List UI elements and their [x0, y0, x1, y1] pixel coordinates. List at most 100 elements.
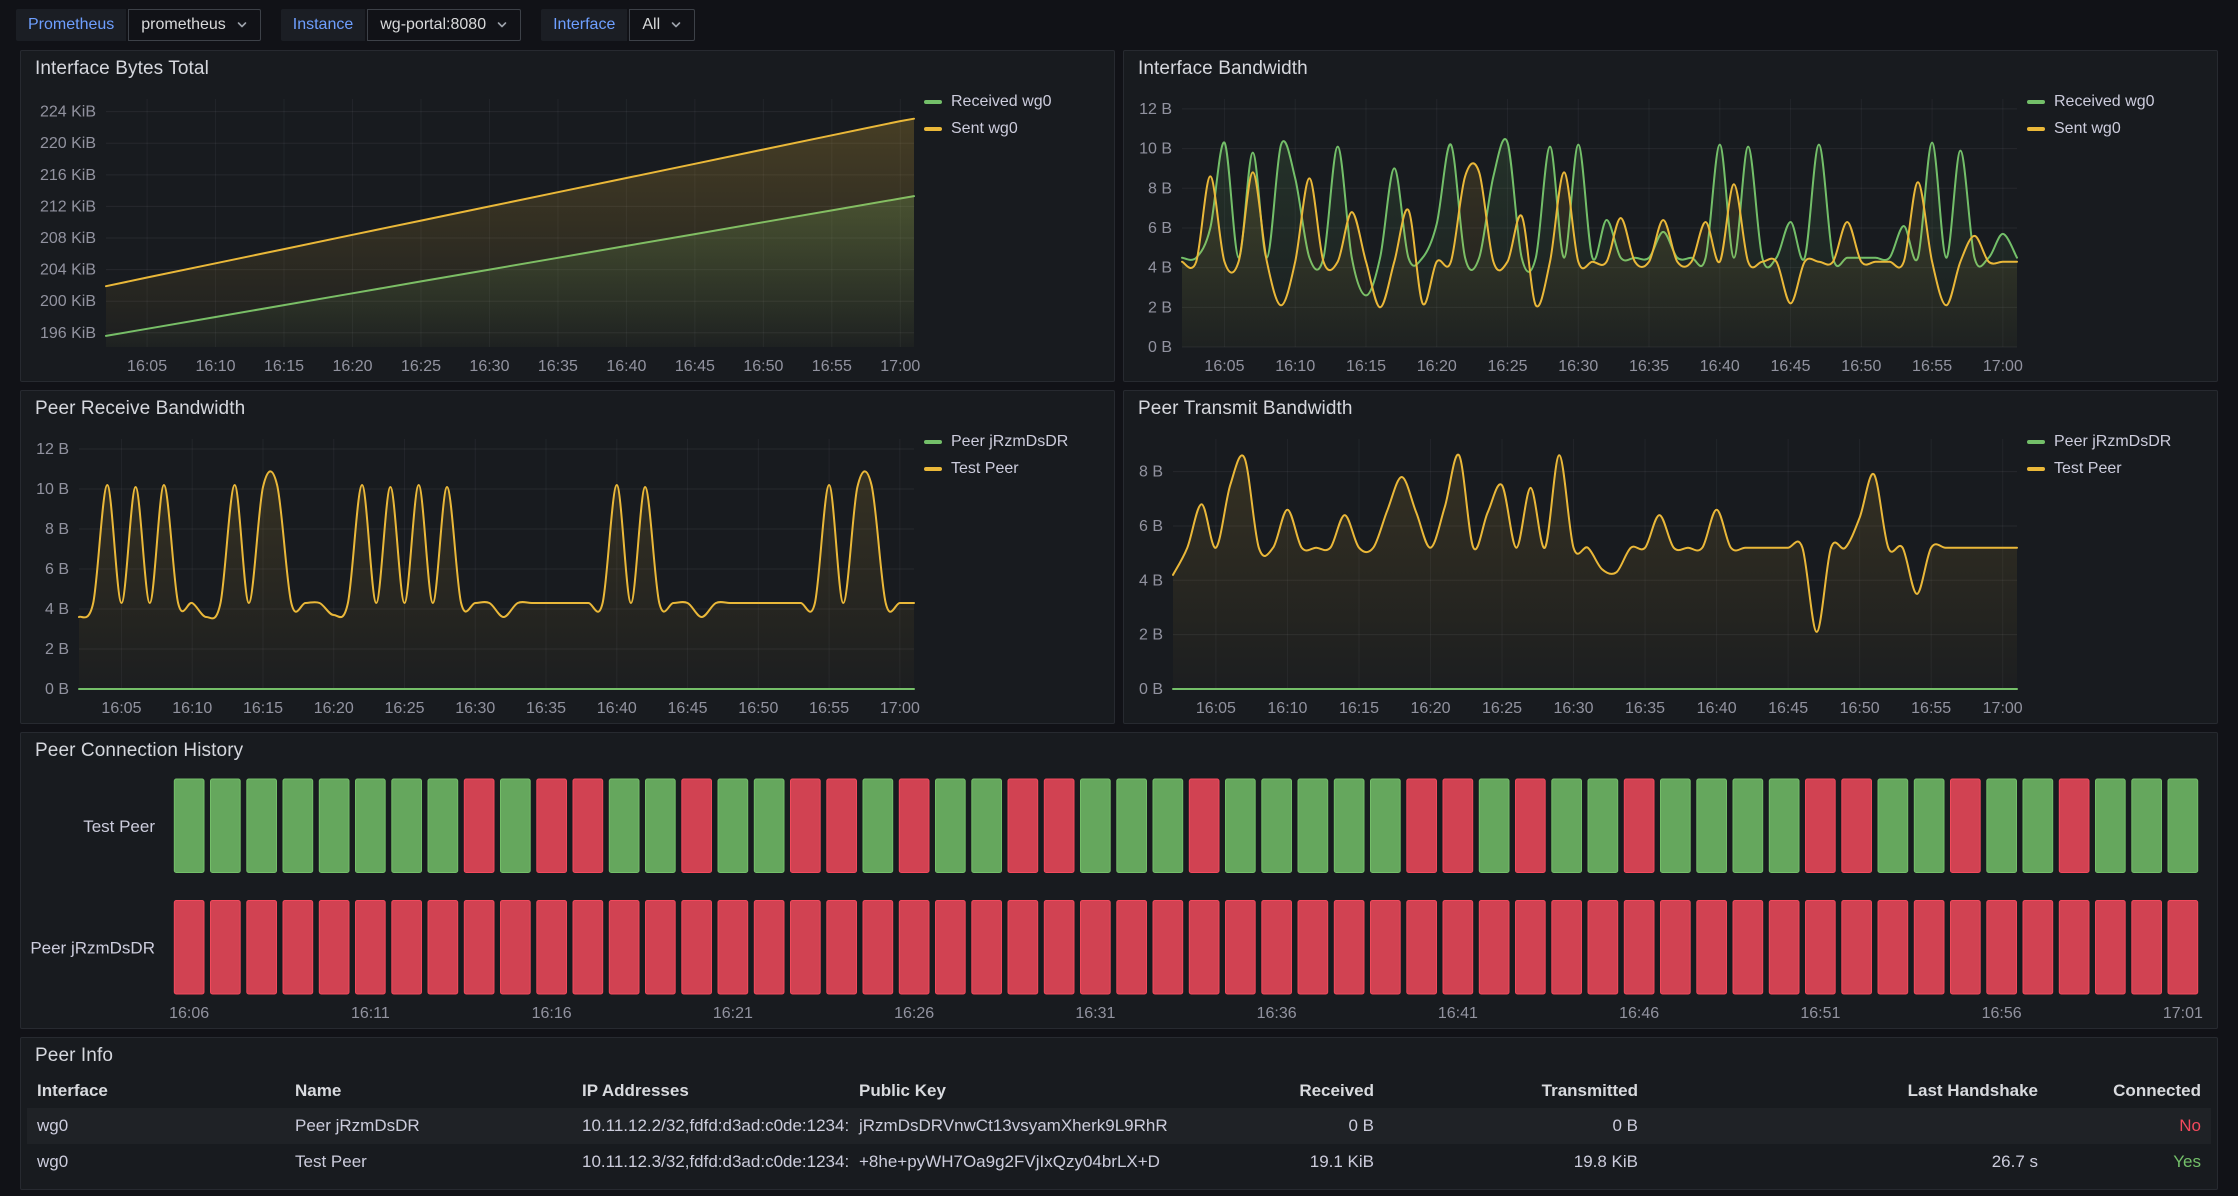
status-bar	[283, 901, 313, 995]
table-cell: wg0	[27, 1152, 285, 1172]
status-bar	[609, 779, 639, 873]
table-cell: 0 B	[1384, 1116, 1648, 1136]
status-bar	[1371, 779, 1401, 873]
peer-connection-history-chart[interactable]: Test PeerPeer jRzmDsDR16:0616:1116:1616:…	[21, 769, 2217, 1028]
x-tick-label: 16:21	[713, 1005, 753, 1022]
status-bar	[464, 779, 494, 873]
panel-header[interactable]: Peer Connection History	[21, 733, 2217, 769]
status-bar	[609, 901, 639, 995]
x-tick-label: 16:05	[101, 700, 141, 717]
legend-item[interactable]: Received wg0	[2027, 93, 2155, 111]
legend-item[interactable]: Peer jRzmDsDR	[2027, 433, 2171, 451]
status-bar	[2059, 779, 2089, 873]
status-bar	[1008, 779, 1038, 873]
panel-header[interactable]: Peer Receive Bandwidth	[21, 391, 1114, 427]
series-color-swatch	[924, 440, 942, 444]
panel-interface-bytes-total: Interface Bytes Total 16:0516:1016:1516:…	[20, 50, 1115, 382]
status-bar	[646, 779, 676, 873]
legend-item[interactable]: Sent wg0	[2027, 120, 2121, 138]
legend-item[interactable]: Received wg0	[924, 93, 1052, 111]
column-header[interactable]: IP Addresses	[572, 1081, 849, 1101]
x-tick-label: 16:10	[196, 358, 236, 375]
x-tick-label: 16:30	[455, 700, 495, 717]
legend-item[interactable]: Test Peer	[2027, 460, 2122, 478]
x-tick-label: 16:55	[812, 358, 852, 375]
legend-item[interactable]: Peer jRzmDsDR	[924, 433, 1068, 451]
variable-select-prometheus[interactable]: prometheus	[128, 9, 261, 41]
status-bar	[718, 901, 748, 995]
panel-header[interactable]: Peer Transmit Bandwidth	[1124, 391, 2217, 427]
interface-bandwidth-chart[interactable]: 16:0516:1016:1516:2016:2516:3016:3516:40…	[1124, 87, 2027, 381]
panel-peer-info: Peer Info InterfaceNameIP AddressesPubli…	[20, 1037, 2218, 1190]
status-bar	[1588, 901, 1618, 995]
x-tick-label: 16:55	[1912, 358, 1952, 375]
status-bar	[1117, 901, 1147, 995]
legend-item[interactable]: Sent wg0	[924, 120, 1018, 138]
x-tick-label: 16:41	[1438, 1005, 1478, 1022]
panel-title: Peer Transmit Bandwidth	[1138, 398, 1353, 420]
table-cell: Yes	[2048, 1152, 2211, 1172]
chevron-down-icon	[236, 19, 248, 31]
column-header[interactable]: Public Key	[849, 1081, 1211, 1101]
y-tick-label: 8 B	[1148, 180, 1172, 197]
y-tick-label: 10 B	[36, 481, 69, 498]
x-tick-label: 16:55	[1911, 700, 1951, 717]
status-bar	[718, 779, 748, 873]
x-tick-label: 16:20	[1417, 358, 1457, 375]
column-header[interactable]: Transmitted	[1384, 1081, 1648, 1101]
variable-interface: Interface All	[541, 9, 695, 41]
series-color-swatch	[2027, 100, 2045, 104]
variable-select-instance[interactable]: wg-portal:8080	[367, 9, 521, 41]
status-bar	[392, 901, 422, 995]
panel-header[interactable]: Interface Bytes Total	[21, 51, 1114, 87]
status-bar	[1081, 901, 1111, 995]
status-row-label: Peer jRzmDsDR	[30, 938, 155, 957]
status-bar	[2168, 901, 2198, 995]
legend-label: Test Peer	[951, 460, 1019, 478]
panel-peer-transmit-bandwidth: Peer Transmit Bandwidth 16:0516:1016:151…	[1123, 390, 2218, 724]
x-tick-label: 16:35	[526, 700, 566, 717]
x-tick-label: 16:06	[169, 1005, 209, 1022]
x-tick-label: 17:01	[2163, 1005, 2203, 1022]
status-bar	[319, 901, 349, 995]
column-header[interactable]: Last Handshake	[1648, 1081, 2048, 1101]
status-bar	[319, 779, 349, 873]
status-bar	[754, 901, 784, 995]
column-header[interactable]: Connected	[2048, 1081, 2211, 1101]
peer-receive-bandwidth-chart[interactable]: 16:0516:1016:1516:2016:2516:3016:3516:40…	[21, 427, 924, 723]
status-bar	[2132, 901, 2162, 995]
status-bar	[1298, 779, 1328, 873]
y-tick-label: 0 B	[1139, 681, 1163, 698]
x-tick-label: 16:26	[894, 1005, 934, 1022]
x-tick-label: 16:15	[1346, 358, 1386, 375]
status-bar	[1226, 779, 1256, 873]
status-bar	[1697, 779, 1727, 873]
table-cell: wg0	[27, 1116, 285, 1136]
x-tick-label: 16:56	[1982, 1005, 2022, 1022]
x-tick-label: 16:45	[668, 700, 708, 717]
peer-transmit-bandwidth-chart[interactable]: 16:0516:1016:1516:2016:2516:3016:3516:40…	[1124, 427, 2027, 723]
x-tick-label: 16:15	[1339, 700, 1379, 717]
status-bar	[573, 901, 603, 995]
status-bar	[972, 779, 1002, 873]
variable-value: prometheus	[141, 16, 226, 34]
status-bar	[754, 779, 784, 873]
status-bar	[1987, 901, 2017, 995]
status-bar	[1697, 901, 1727, 995]
series-line	[79, 471, 914, 618]
y-tick-label: 8 B	[45, 521, 69, 538]
interface-bytes-total-chart[interactable]: 16:0516:1016:1516:2016:2516:3016:3516:40…	[21, 87, 924, 381]
panel-header[interactable]: Interface Bandwidth	[1124, 51, 2217, 87]
legend-item[interactable]: Test Peer	[924, 460, 1019, 478]
column-header[interactable]: Name	[285, 1081, 572, 1101]
panel-header[interactable]: Peer Info	[21, 1038, 2217, 1074]
variable-select-interface[interactable]: All	[629, 9, 695, 41]
x-tick-label: 16:25	[1487, 358, 1527, 375]
column-header[interactable]: Received	[1211, 1081, 1384, 1101]
column-header[interactable]: Interface	[27, 1081, 285, 1101]
peer-receive-bandwidth-svg: 16:0516:1016:1516:2016:2516:3016:3516:40…	[21, 427, 924, 723]
x-tick-label: 17:00	[880, 700, 920, 717]
status-bar	[2023, 779, 2053, 873]
status-bar	[174, 901, 204, 995]
x-tick-label: 16:40	[1697, 700, 1737, 717]
